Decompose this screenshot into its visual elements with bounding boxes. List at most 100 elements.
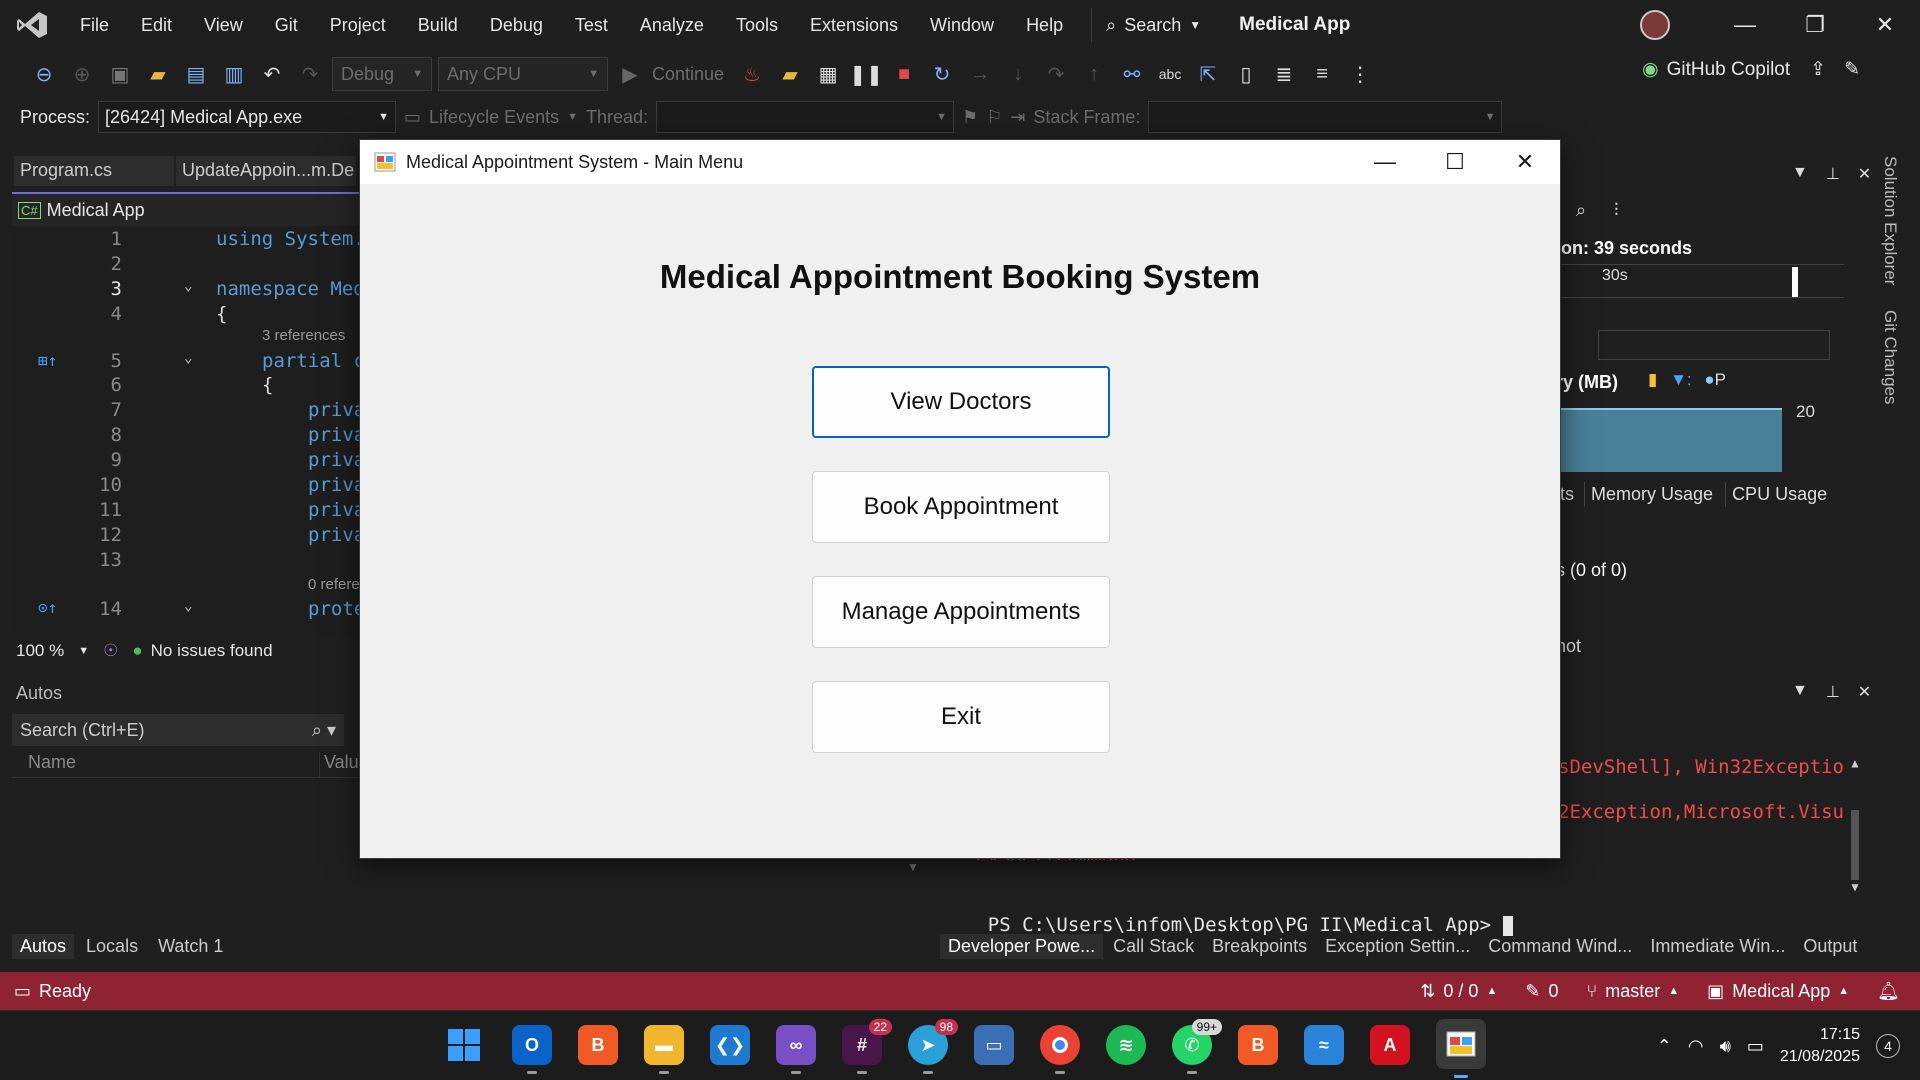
menu-view[interactable]: View — [188, 0, 259, 50]
share-icon[interactable]: ⇪ — [1810, 58, 1826, 81]
hot-reload-icon[interactable]: ♨ — [736, 58, 768, 90]
lifecycle-events-button[interactable]: Lifecycle Events — [429, 107, 559, 128]
window-layout-icon[interactable]: ▦ — [812, 58, 844, 90]
live-visual-tree-icon[interactable]: ▯ — [1230, 58, 1262, 90]
stack-frame-select[interactable]: ▼ — [1148, 101, 1503, 133]
tab-autos[interactable]: Autos — [12, 934, 75, 959]
terminal-scrollbar[interactable]: ▲ ▼ — [1848, 756, 1862, 920]
whatsapp-icon[interactable]: ✆ 99+ — [1172, 1019, 1222, 1074]
toolbar-overflow-icon[interactable]: ⋮ — [1344, 58, 1376, 90]
configuration-select[interactable]: Debug ▼ — [332, 57, 432, 91]
pin-icon[interactable]: ⊥ — [1826, 682, 1840, 702]
uncomment-lines-icon[interactable]: ≡ — [1306, 58, 1338, 90]
step-over-icon[interactable]: ↷ — [1040, 58, 1072, 90]
minimize-button[interactable]: — — [1710, 0, 1780, 50]
search-box[interactable]: ⌕ Search ▼ — [1091, 8, 1215, 42]
azure-data-studio-icon[interactable]: ≈ — [1304, 1025, 1344, 1065]
continue-button[interactable]: Continue — [652, 64, 724, 85]
notification-count-badge[interactable]: 4 — [1876, 1034, 1900, 1058]
spell-check-icon[interactable]: abc — [1154, 58, 1186, 90]
window-minimize-button[interactable]: — — [1350, 140, 1420, 184]
window-close-button[interactable]: ✕ — [1490, 140, 1560, 184]
autos-scrollbar[interactable]: ▼ — [906, 860, 920, 924]
issues-status[interactable]: No issues found — [151, 641, 273, 661]
notifications-bell-icon[interactable]: 🔔︎ — [1863, 981, 1920, 1002]
tab-locals[interactable]: Locals — [78, 934, 146, 959]
spotify-icon[interactable]: ≋ — [1106, 1025, 1146, 1065]
acrobat-icon[interactable]: A — [1370, 1025, 1410, 1065]
menu-test[interactable]: Test — [559, 0, 624, 50]
tab-breakpoints[interactable]: Breakpoints — [1204, 934, 1315, 959]
window-title-bar[interactable]: Medical Appointment System - Main Menu —… — [360, 140, 1560, 184]
exit-button[interactable]: Exit — [812, 681, 1110, 753]
menu-extensions[interactable]: Extensions — [794, 0, 914, 50]
navigate-back-icon[interactable]: ⊖ — [28, 58, 60, 90]
autos-search-input[interactable]: Search (Ctrl+E) ⌕ ▾ — [12, 714, 344, 746]
show-hidden-icons-chevron-icon[interactable]: ⌃ — [1657, 1036, 1672, 1057]
clock[interactable]: 17:15 21/08/2025 — [1780, 1024, 1860, 1068]
restore-button[interactable]: ❐ — [1780, 0, 1850, 50]
undo-icon[interactable]: ↶ — [256, 58, 288, 90]
editor-project-dropdown[interactable]: C# Medical App — [12, 192, 364, 226]
tab-output[interactable]: Output — [1795, 934, 1865, 959]
close-icon[interactable]: ✕ — [1858, 164, 1871, 184]
select-element-icon[interactable]: ⇱ — [1192, 58, 1224, 90]
redo-icon[interactable]: ↷ — [294, 58, 326, 90]
code-editor[interactable]: ⊞↑ ⊙↑ 1 using System. 2 3 ⌄ namespace Me… — [12, 226, 364, 634]
book-appointment-button[interactable]: Book Appointment — [812, 471, 1110, 543]
manage-appointments-button[interactable]: Manage Appointments — [812, 576, 1110, 648]
visual-studio-icon[interactable]: ∞ — [776, 1025, 816, 1074]
tab-command-window[interactable]: Command Wind... — [1480, 934, 1640, 959]
vscode-icon[interactable]: ❮❯ — [710, 1025, 750, 1065]
wifi-icon[interactable]: ◠ — [1688, 1036, 1704, 1057]
profile-avatar[interactable] — [1640, 10, 1670, 40]
column-name-header[interactable]: Name — [12, 752, 320, 777]
comment-lines-icon[interactable]: ≣ — [1268, 58, 1300, 90]
volume-icon[interactable]: 🔊︎ — [1720, 1036, 1731, 1057]
chevron-down-icon[interactable]: ▼ — [1792, 682, 1808, 702]
tab-memory-usage[interactable]: Memory Usage — [1584, 482, 1719, 507]
pending-edits-status[interactable]: ✎ 0 — [1511, 981, 1572, 1002]
collapse-chevron-icon[interactable]: ⌄ — [184, 598, 192, 614]
open-folder-icon[interactable]: ▰ — [142, 58, 174, 90]
telegram-icon[interactable]: ➤ 98 — [908, 1019, 958, 1074]
repository-status[interactable]: ▣ Medical App ▲ — [1693, 981, 1863, 1002]
navigate-forward-icon[interactable]: ⊕ — [66, 58, 98, 90]
view-doctors-button[interactable]: View Doctors — [812, 366, 1110, 438]
menu-help[interactable]: Help — [1010, 0, 1079, 50]
code-lens[interactable]: 0 refere — [12, 576, 364, 596]
close-button[interactable]: ✕ — [1850, 0, 1920, 50]
platform-select[interactable]: Any CPU ▼ — [438, 57, 608, 91]
github-copilot-button[interactable]: ◉ GitHub Copilot ⇪ ✎ — [1642, 58, 1860, 81]
visual-studio-logo-icon[interactable] — [0, 0, 64, 50]
tab-program-cs[interactable]: Program.cs — [14, 156, 174, 186]
pin-icon[interactable]: ⊥ — [1826, 164, 1840, 184]
diagnostics-icon[interactable]: ⚯ — [1116, 58, 1148, 90]
save-all-icon[interactable]: ▥ — [218, 58, 250, 90]
menu-edit[interactable]: Edit — [125, 0, 188, 50]
zoom-select[interactable]: 100 % — [16, 641, 64, 661]
restart-icon[interactable]: ↻ — [926, 58, 958, 90]
collapse-chevron-icon[interactable]: ⌄ — [184, 278, 192, 294]
tab-update-appointment[interactable]: UpdateAppoin...m.De — [176, 156, 356, 186]
medical-app-taskbar-icon[interactable] — [1436, 1019, 1486, 1078]
menu-analyze[interactable]: Analyze — [624, 0, 720, 50]
window-maximize-button[interactable]: ☐ — [1420, 140, 1490, 184]
search-icon[interactable]: ⌕ ▾ — [312, 720, 336, 741]
file-explorer-icon[interactable]: ▬ — [644, 1025, 684, 1074]
windows-start-icon[interactable] — [444, 1025, 484, 1065]
chrome-icon[interactable] — [1040, 1025, 1080, 1074]
column-value-header[interactable]: Valu — [320, 752, 359, 777]
thread-select[interactable]: ▼ — [656, 101, 955, 133]
select-timeline-icon[interactable]: ⫶ — [1614, 200, 1619, 221]
menu-tools[interactable]: Tools — [720, 0, 794, 50]
git-branch-status[interactable]: ⑂ master ▲ — [1572, 981, 1693, 1002]
battery-icon[interactable]: ▭ — [1747, 1036, 1764, 1057]
menu-window[interactable]: Window — [914, 0, 1010, 50]
step-out-icon[interactable]: ↑ — [1078, 58, 1110, 90]
close-icon[interactable]: ✕ — [1858, 682, 1871, 702]
folder-search-icon[interactable]: ▰ — [774, 58, 806, 90]
tab-immediate-window[interactable]: Immediate Win... — [1642, 934, 1793, 959]
tab-cpu-usage[interactable]: CPU Usage — [1725, 482, 1833, 507]
brave-nightly-icon[interactable]: B — [1238, 1025, 1278, 1065]
